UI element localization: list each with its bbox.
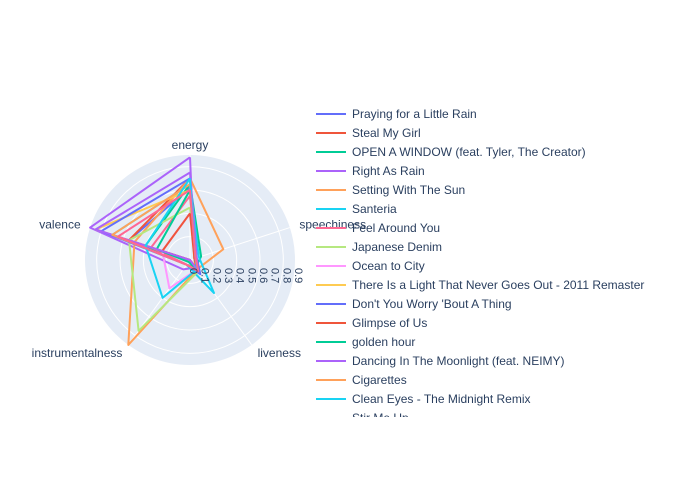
axis-label-energy: energy xyxy=(172,138,209,152)
legend-item[interactable]: OPEN A WINDOW (feat. Tyler, The Creator) xyxy=(312,142,700,161)
radial-tick-label: 0.1 xyxy=(199,268,211,283)
axis-label-instrumentalness: instrumentalness xyxy=(32,346,123,360)
radial-axis-ticks: 0 0.1 0.2 0.3 0.4 0.5 0.6 0.7 0.8 0.9 xyxy=(187,268,304,283)
legend-item[interactable]: Feel Around You xyxy=(312,218,700,237)
radial-tick-label: 0.3 xyxy=(222,268,234,283)
axis-label-valence: valence xyxy=(39,217,81,231)
legend-label: Setting With The Sun xyxy=(352,182,466,197)
legend-item[interactable]: Glimpse of Us xyxy=(312,313,700,332)
legend-label: Dancing In The Moonlight (feat. NEIMY) xyxy=(352,353,565,368)
legend-swatch xyxy=(316,131,346,134)
legend-item[interactable]: There Is a Light That Never Goes Out - 2… xyxy=(312,275,700,294)
legend-item[interactable]: Right As Rain xyxy=(312,161,700,180)
legend-swatch xyxy=(316,245,346,248)
legend-item[interactable]: Cigarettes xyxy=(312,370,700,389)
legend-item[interactable]: Praying for a Little Rain xyxy=(312,104,700,123)
legend-swatch xyxy=(316,150,346,153)
legend-label: Stir Me Up xyxy=(352,411,409,418)
radial-tick-label: 0.8 xyxy=(280,268,292,283)
legend-swatch xyxy=(316,226,346,229)
radial-tick-label: 0 xyxy=(187,268,199,274)
legend-item[interactable]: Santeria xyxy=(312,199,700,218)
legend-label: Praying for a Little Rain xyxy=(352,106,477,121)
legend-swatch xyxy=(316,188,346,191)
legend-label: Right As Rain xyxy=(352,163,425,178)
legend-swatch xyxy=(316,378,346,381)
legend-label: Cigarettes xyxy=(352,372,407,387)
legend-label: Don't You Worry 'Bout A Thing xyxy=(352,296,512,311)
radial-tick-label: 0.4 xyxy=(234,268,246,283)
radial-tick-label: 0.6 xyxy=(257,268,269,283)
radial-tick-label: 0.9 xyxy=(292,268,304,283)
legend-swatch xyxy=(316,207,346,210)
legend-item[interactable]: Stir Me Up xyxy=(312,408,700,417)
legend-swatch xyxy=(316,302,346,305)
legend-label: Glimpse of Us xyxy=(352,315,428,330)
axis-label-liveness: liveness xyxy=(258,346,301,360)
legend-item[interactable]: Ocean to City xyxy=(312,256,700,275)
legend-swatch xyxy=(316,340,346,343)
legend-item[interactable]: Dancing In The Moonlight (feat. NEIMY) xyxy=(312,351,700,370)
legend-label: golden hour xyxy=(352,334,416,349)
legend-label: There Is a Light That Never Goes Out - 2… xyxy=(352,277,645,292)
legend-label: Santeria xyxy=(352,201,397,216)
legend-label: OPEN A WINDOW (feat. Tyler, The Creator) xyxy=(352,144,586,159)
legend-item[interactable]: Setting With The Sun xyxy=(312,180,700,199)
legend-label: Ocean to City xyxy=(352,258,425,273)
legend-swatch xyxy=(316,283,346,286)
radial-tick-label: 0.5 xyxy=(245,268,257,283)
legend-label: Feel Around You xyxy=(352,220,441,235)
legend-swatch xyxy=(316,321,346,324)
legend-item[interactable]: golden hour xyxy=(312,332,700,351)
legend-swatch xyxy=(316,416,346,417)
legend-swatch xyxy=(316,397,346,400)
radial-tick-label: 0.7 xyxy=(269,268,281,283)
legend-swatch xyxy=(316,359,346,362)
legend-label: Clean Eyes - The Midnight Remix xyxy=(352,391,531,406)
legend-swatch xyxy=(316,112,346,115)
legend-item[interactable]: Steal My Girl xyxy=(312,123,700,142)
legend-swatch xyxy=(316,264,346,267)
legend-label: Japanese Denim xyxy=(352,239,443,254)
legend-item[interactable]: Don't You Worry 'Bout A Thing xyxy=(312,294,700,313)
radial-tick-label: 0.2 xyxy=(210,268,222,283)
legend-swatch xyxy=(316,169,346,172)
legend-item[interactable]: Clean Eyes - The Midnight Remix xyxy=(312,389,700,408)
legend: Praying for a Little Rain Steal My Girl OP… xyxy=(312,104,700,417)
legend-item[interactable]: Japanese Denim xyxy=(312,237,700,256)
legend-label: Steal My Girl xyxy=(352,125,421,140)
